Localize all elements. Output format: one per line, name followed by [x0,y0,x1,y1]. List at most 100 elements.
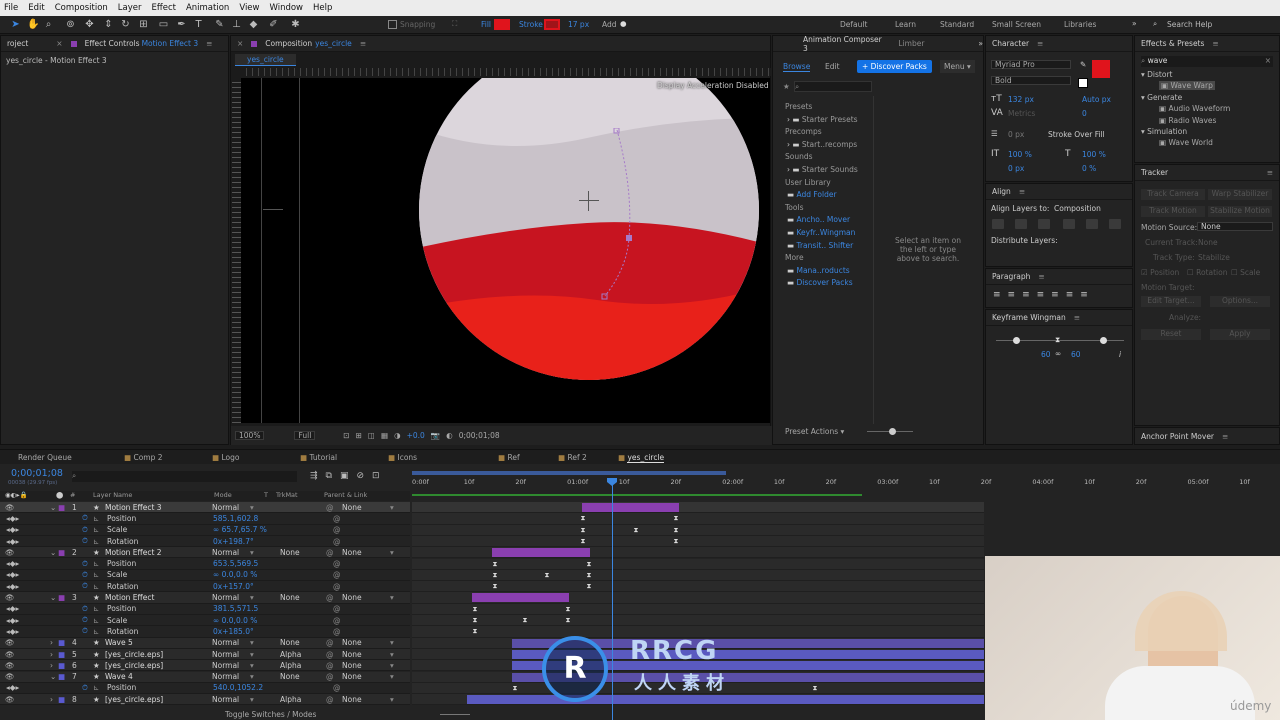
tracker-options-button[interactable]: Options... [1210,296,1270,307]
track-camera-button[interactable]: Track Camera [1141,189,1205,200]
layer-row[interactable]: 👁 ⌄ ■ 7 ★ Wave 4 Normal ▾ None @ None ▾ [0,671,410,683]
preset-search-input[interactable]: ⌕ [794,81,872,92]
left-influence-value[interactable]: 60 [1041,350,1051,359]
dolly-camera-icon[interactable]: ⇕ [103,19,114,30]
keyframe-marker[interactable]: ⧗ [580,515,586,522]
track-row[interactable]: ⧗ ⧗ [412,535,984,548]
layer-duration-bar[interactable] [582,503,679,512]
pickwhip-icon[interactable]: @ [333,683,341,692]
stopwatch-icon[interactable]: ⏱ [82,559,88,569]
property-value[interactable]: ∞ 0.0,0.0 % [213,616,257,625]
blend-mode-select[interactable]: Normal [212,650,239,659]
selection-tool-icon[interactable]: ➤ [10,19,21,30]
keyframe-nav-icons[interactable]: ◂◆▸ [6,537,19,546]
fill-color-swatch[interactable] [494,19,510,30]
timeline-tab[interactable]: ■ Ref [474,450,534,464]
timeline-tab[interactable]: ■ Icons [364,450,474,464]
edit-target-button[interactable]: Edit Target... [1141,296,1201,307]
browse-tab[interactable]: Browse [783,62,811,72]
timeline-tab[interactable]: ■ Logo [188,450,276,464]
effect-item[interactable]: ▣ Radio Waves [1159,116,1216,125]
parent-select[interactable]: None [342,672,362,681]
mask-icon[interactable]: ◫ [368,431,375,440]
leading-value[interactable]: Auto px [1082,95,1111,104]
label-color-chip[interactable]: ■ [58,695,65,704]
work-area-bar[interactable] [412,471,726,475]
ac-item[interactable]: › ▬ Start..recomps [787,140,857,149]
roto-brush-icon[interactable]: ✐ [268,19,279,30]
scale-checkbox[interactable]: ☐ Scale [1231,268,1260,277]
zoom-slider-handle[interactable] [889,428,896,435]
panel-menu-icon[interactable]: ≡ [1037,39,1043,48]
anim-composer-tab[interactable]: Animation Composer 3 [803,35,884,53]
fit-icon[interactable]: ⊡ [343,431,349,440]
property-value[interactable]: 653.5,569.5 [213,559,258,568]
ac-item[interactable]: ▬ Transit.. Shifter [787,241,853,250]
warp-stabilizer-button[interactable]: Warp Stabilizer [1208,189,1272,200]
align-tab[interactable]: Align [992,187,1011,196]
track-row[interactable]: ⧗ ⧗ [412,558,984,570]
menu-file[interactable]: File [4,3,18,13]
left-influence-handle[interactable] [1013,337,1020,344]
label-color-chip[interactable]: ■ [58,672,65,681]
search-help-field[interactable]: Search Help [1167,20,1212,29]
property-row[interactable]: ◂◆▸ ⏱ ⊾ Rotation 0x+198.7° @ [0,535,410,548]
keyframe-marker[interactable]: ⧗ [586,560,592,568]
track-row[interactable]: ⧗ ⧗ ⧗ [412,569,984,582]
grid-icon[interactable]: ⊞ [356,431,362,440]
parent-select[interactable]: None [342,548,362,557]
link-icon[interactable]: ∞ [1055,349,1061,358]
pickwhip-icon[interactable]: @ [333,616,341,625]
pickwhip-icon[interactable]: @ [333,570,341,579]
layer-name[interactable]: Motion Effect 2 [105,548,162,557]
stopwatch-icon[interactable]: ⏱ [82,615,88,625]
keyframe-nav-icons[interactable]: ◂◆▸ [6,514,19,523]
edit-tab[interactable]: Edit [825,62,840,71]
show-snapshot-icon[interactable]: ◐ [446,431,453,440]
info-icon[interactable]: i [1119,350,1121,359]
favorites-icon[interactable]: ★ [783,82,790,91]
right-influence-handle[interactable] [1100,337,1107,344]
visibility-icon[interactable]: 👁 [5,661,15,670]
pickwhip-icon[interactable]: @ [326,695,334,704]
keyframe-marker[interactable]: ⧗ [472,628,478,635]
property-row[interactable]: ◂◆▸ ⏱ ⊾ Scale ∞ 0.0,0.0 % @ [0,615,410,627]
layer-row[interactable]: 👁 › ■ 4 ★ Wave 5 Normal ▾ None @ None ▾ [0,637,410,649]
exposure-value[interactable]: +0.0 [407,431,425,440]
parent-select[interactable]: None [342,638,362,647]
pickwhip-icon[interactable]: @ [333,525,341,534]
font-size-value[interactable]: 132 px [1008,95,1034,104]
timeline-zoom-slider[interactable] [440,714,470,715]
align-bottom-icon[interactable] [1109,219,1121,229]
add-circle-icon[interactable]: ● [620,19,627,28]
stopwatch-icon[interactable]: ⏱ [82,626,88,636]
ac-item[interactable]: ▬ Add Folder [787,190,837,199]
workspace-learn[interactable]: Learn [895,20,916,29]
visibility-icon[interactable]: 👁 [5,650,15,659]
add-label[interactable]: Add [602,20,617,29]
workspace-small-screen[interactable]: Small Screen [992,20,1041,29]
layer-duration-bar[interactable] [472,593,569,603]
expand-icon[interactable]: ⌄ [50,593,56,602]
timeline-switch-icons[interactable]: ⇶⧉▣⊘⊡ [310,471,388,481]
panel-menu-icon[interactable]: ≡ [1019,187,1025,196]
menu-help[interactable]: Help [313,3,332,13]
pan-camera-icon[interactable]: ✥ [84,19,95,30]
property-row[interactable]: ◂◆▸ ⏱ ⊾ Position 585.1,602.8 @ [0,513,410,525]
motion-source-select[interactable]: None [1197,222,1273,231]
property-row[interactable]: ◂◆▸ ⏱ ⊾ Position 381.5,571.5 @ [0,603,410,615]
property-row[interactable]: ◂◆▸ ⏱ ⊾ Rotation 0x+157.0° @ [0,581,410,593]
white-swatch[interactable] [1078,78,1088,88]
property-row[interactable]: ◂◆▸ ⏱ ⊾ Scale ∞ 65.7,65.7 % @ [0,524,410,536]
label-color-chip[interactable]: ■ [58,593,65,602]
panel-menu-icon[interactable]: ≡ [360,39,366,48]
stopwatch-icon[interactable]: ⏱ [82,525,88,535]
keyframe-marker[interactable]: ⧗ [580,537,586,545]
visibility-icon[interactable]: 👁 [5,593,15,602]
pickwhip-icon[interactable]: @ [326,672,334,681]
keyframe-marker[interactable]: ⧗ [673,526,679,534]
track-row[interactable] [412,547,984,559]
keyframe-marker[interactable]: ⧗ [492,560,498,568]
effects-search-input[interactable]: ⌕ wave × [1141,56,1273,67]
hand-tool-icon[interactable]: ✋ [27,19,39,30]
